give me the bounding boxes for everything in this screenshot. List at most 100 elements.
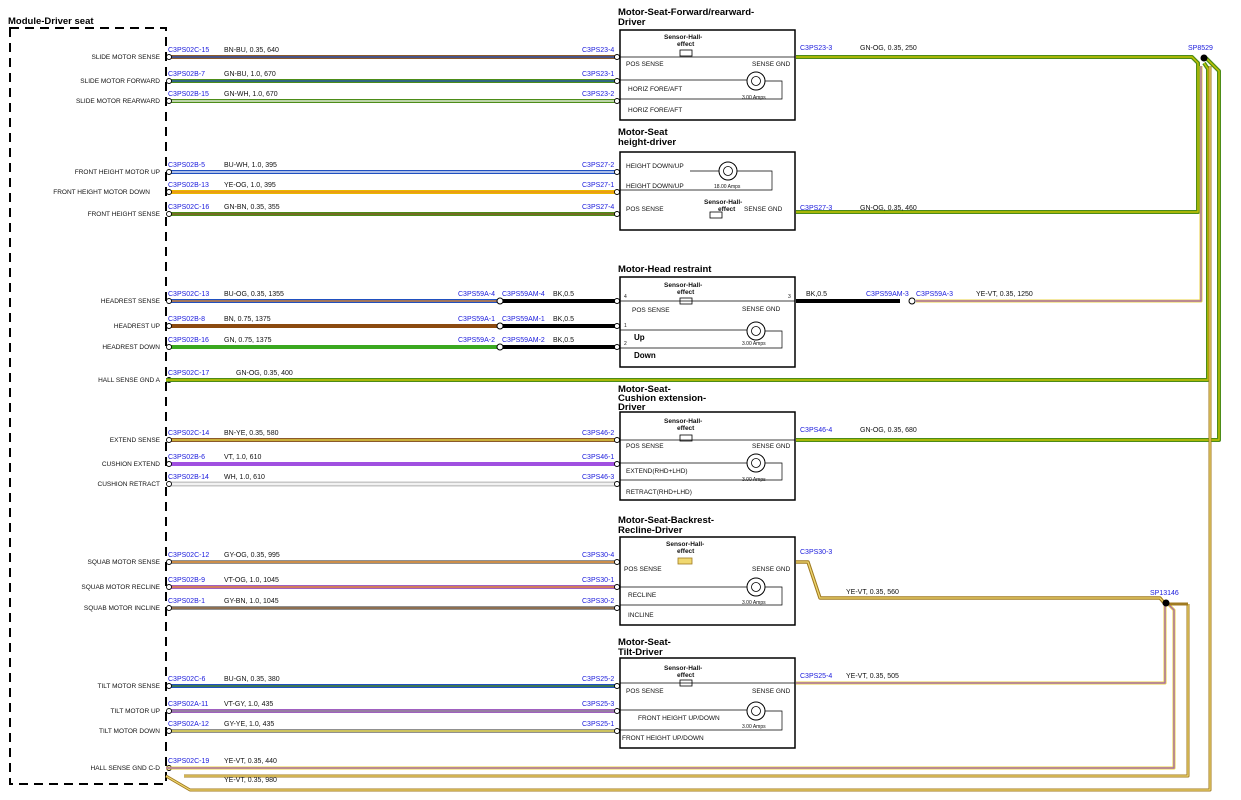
connector-bubble [496,343,504,351]
wire-pin: C3PS02C-12 [168,552,209,559]
component-head: Motor-Head restraint Sensor-Hall- effect… [618,264,796,368]
connector-bubble [496,322,504,330]
wire-mid-pin: C3PS59AM-1 [502,316,545,323]
wire-pin: C3PS02A-12 [168,721,209,728]
right-pin-1: C3PS23-3 [800,45,832,52]
connector-bubble [614,298,620,304]
connector-bubble [166,54,172,60]
right-bk-3: BK,0.5 [806,291,827,298]
wire-bk-spec: BK,0.5 [553,337,574,344]
right-spec-2: GN-OG, 0.35, 460 [860,205,917,212]
wire-pin: C3PS02B-8 [168,316,205,323]
wire-spec: VT-OG, 1.0, 1045 [224,577,279,584]
wire-pin: C3PS02C-14 [168,430,209,437]
wire-pin: C3PS02B-1 [168,598,205,605]
svg-text:effect: effect [677,672,695,679]
component-recline: Motor-Seat-Backrest- Recline-Driver Sens… [618,515,796,626]
component-tilt: Motor-Seat- Tilt-Driver Sensor-Hall- eff… [618,637,796,749]
svg-text:EXTEND(RHD+LHD): EXTEND(RHD+LHD) [626,468,688,475]
svg-text:FRONT HEIGHT UP/DOWN: FRONT HEIGHT UP/DOWN [638,715,720,722]
connector-bubble [166,605,172,611]
right-spec-5: YE-VT, 0.35, 560 [846,589,899,596]
connector-bubble [614,437,620,443]
connector-bubble [614,559,620,565]
connector-bubble [166,437,172,443]
connector-bubble [166,211,172,217]
wire-end-pin: C3PS46-1 [582,454,614,461]
right-pin-4: C3PS46-4 [800,427,832,434]
svg-text:INCLINE: INCLINE [628,612,654,619]
svg-text:Sensor-Hall-: Sensor-Hall- [664,418,702,425]
svg-text:3.00 Amps: 3.00 Amps [742,724,766,730]
wire-spec: YE-OG, 1.0, 395 [224,182,276,189]
function-label: HEADREST DOWN [102,344,160,351]
wire-pin: C3PS02C-6 [168,676,205,683]
svg-text:effect: effect [677,41,695,48]
svg-text:SENSE GND: SENSE GND [752,61,791,68]
svg-text:Sensor-Hall-: Sensor-Hall- [666,541,704,548]
connector-bubble [166,728,172,734]
svg-text:HEIGHT DOWN/UP: HEIGHT DOWN/UP [626,183,684,190]
wire-pin: C3PS02C-19 [168,758,209,765]
right-spec-4: GN-OG, 0.35, 680 [860,427,917,434]
wire-end-pin: C3PS23-2 [582,91,614,98]
connector-bubble [614,189,620,195]
module-box [9,27,167,785]
wire-end-pin: C3PS30-4 [582,552,614,559]
svg-text:SENSE GND: SENSE GND [742,306,781,313]
wire-end-pin: C3PS23-1 [582,71,614,78]
function-label: FRONT HEIGHT MOTOR UP [75,169,160,176]
connector-bubble [166,323,172,329]
hall-sensor-icon [709,211,723,219]
connector-bubble [614,728,620,734]
wire-pin: C3PS02C-13 [168,291,209,298]
svg-text:effect: effect [677,289,695,296]
connector-bubble [614,461,620,467]
function-label: SLIDE MOTOR FORWARD [80,78,160,85]
wire-bk-spec: BK,0.5 [553,316,574,323]
right-pin-5: C3PS30-3 [800,549,832,556]
svg-text:Sensor-Hall-: Sensor-Hall- [664,665,702,672]
wire-pin: C3PS02B-16 [168,337,209,344]
svg-text:3: 3 [788,294,791,300]
connector-bubble [614,78,620,84]
wire-spec: YE-VT, 0.35, 440 [224,758,277,765]
wire-spec: GY-BN, 1.0, 1045 [224,598,279,605]
connector-bubble [166,98,172,104]
module-title: Module-Driver seat [8,16,94,27]
splice-sp8529-label: SP8529 [1188,45,1213,52]
svg-text:Sensor-Hall-: Sensor-Hall- [664,282,702,289]
wire-pin: C3PS02B-6 [168,454,205,461]
svg-text:HEIGHT DOWN/UP: HEIGHT DOWN/UP [626,163,684,170]
svg-text:POS SENSE: POS SENSE [626,206,664,213]
svg-text:POS SENSE: POS SENSE [624,566,662,573]
wire-end-pin: C3PS59A-2 [458,337,495,344]
splice-sp13146 [1162,599,1170,607]
svg-text:height-driver: height-driver [618,137,676,148]
connector-bubble [614,344,620,350]
wire-spec: BN-YE, 0.35, 580 [224,430,279,437]
connector-bubble [166,298,172,304]
wire-end-pin: C3PS27-1 [582,182,614,189]
wire-end-pin: C3PS25-2 [582,676,614,683]
right-spec-6: YE-VT, 0.35, 505 [846,673,899,680]
function-label: HALL SENSE GND A [98,377,161,384]
wire-end-pin: C3PS23-4 [582,47,614,54]
svg-text:Driver: Driver [618,17,646,28]
wire-end-pin: C3PS46-2 [582,430,614,437]
wire-spec: BN, 0.75, 1375 [224,316,271,323]
wire-end-pin: C3PS46-3 [582,474,614,481]
svg-text:3.00 Amps: 3.00 Amps [742,95,766,101]
right-pin-3: C3PS59A-3 [916,291,953,298]
connector-bubble [166,169,172,175]
function-label: TILT MOTOR UP [111,708,160,715]
wire-pin: C3PS02C-16 [168,204,209,211]
connector-bubble [166,78,172,84]
svg-text:3.00 Amps: 3.00 Amps [742,477,766,483]
connector-bubble [496,297,504,305]
svg-text:RECLINE: RECLINE [628,592,657,599]
svg-text:3.00 Amps: 3.00 Amps [742,600,766,606]
component-height: Motor-Seat height-driver HEIGHT DOWN/UP … [618,127,796,231]
svg-text:Recline-Driver: Recline-Driver [618,525,683,536]
function-label: HALL SENSE GND C-D [91,765,161,772]
